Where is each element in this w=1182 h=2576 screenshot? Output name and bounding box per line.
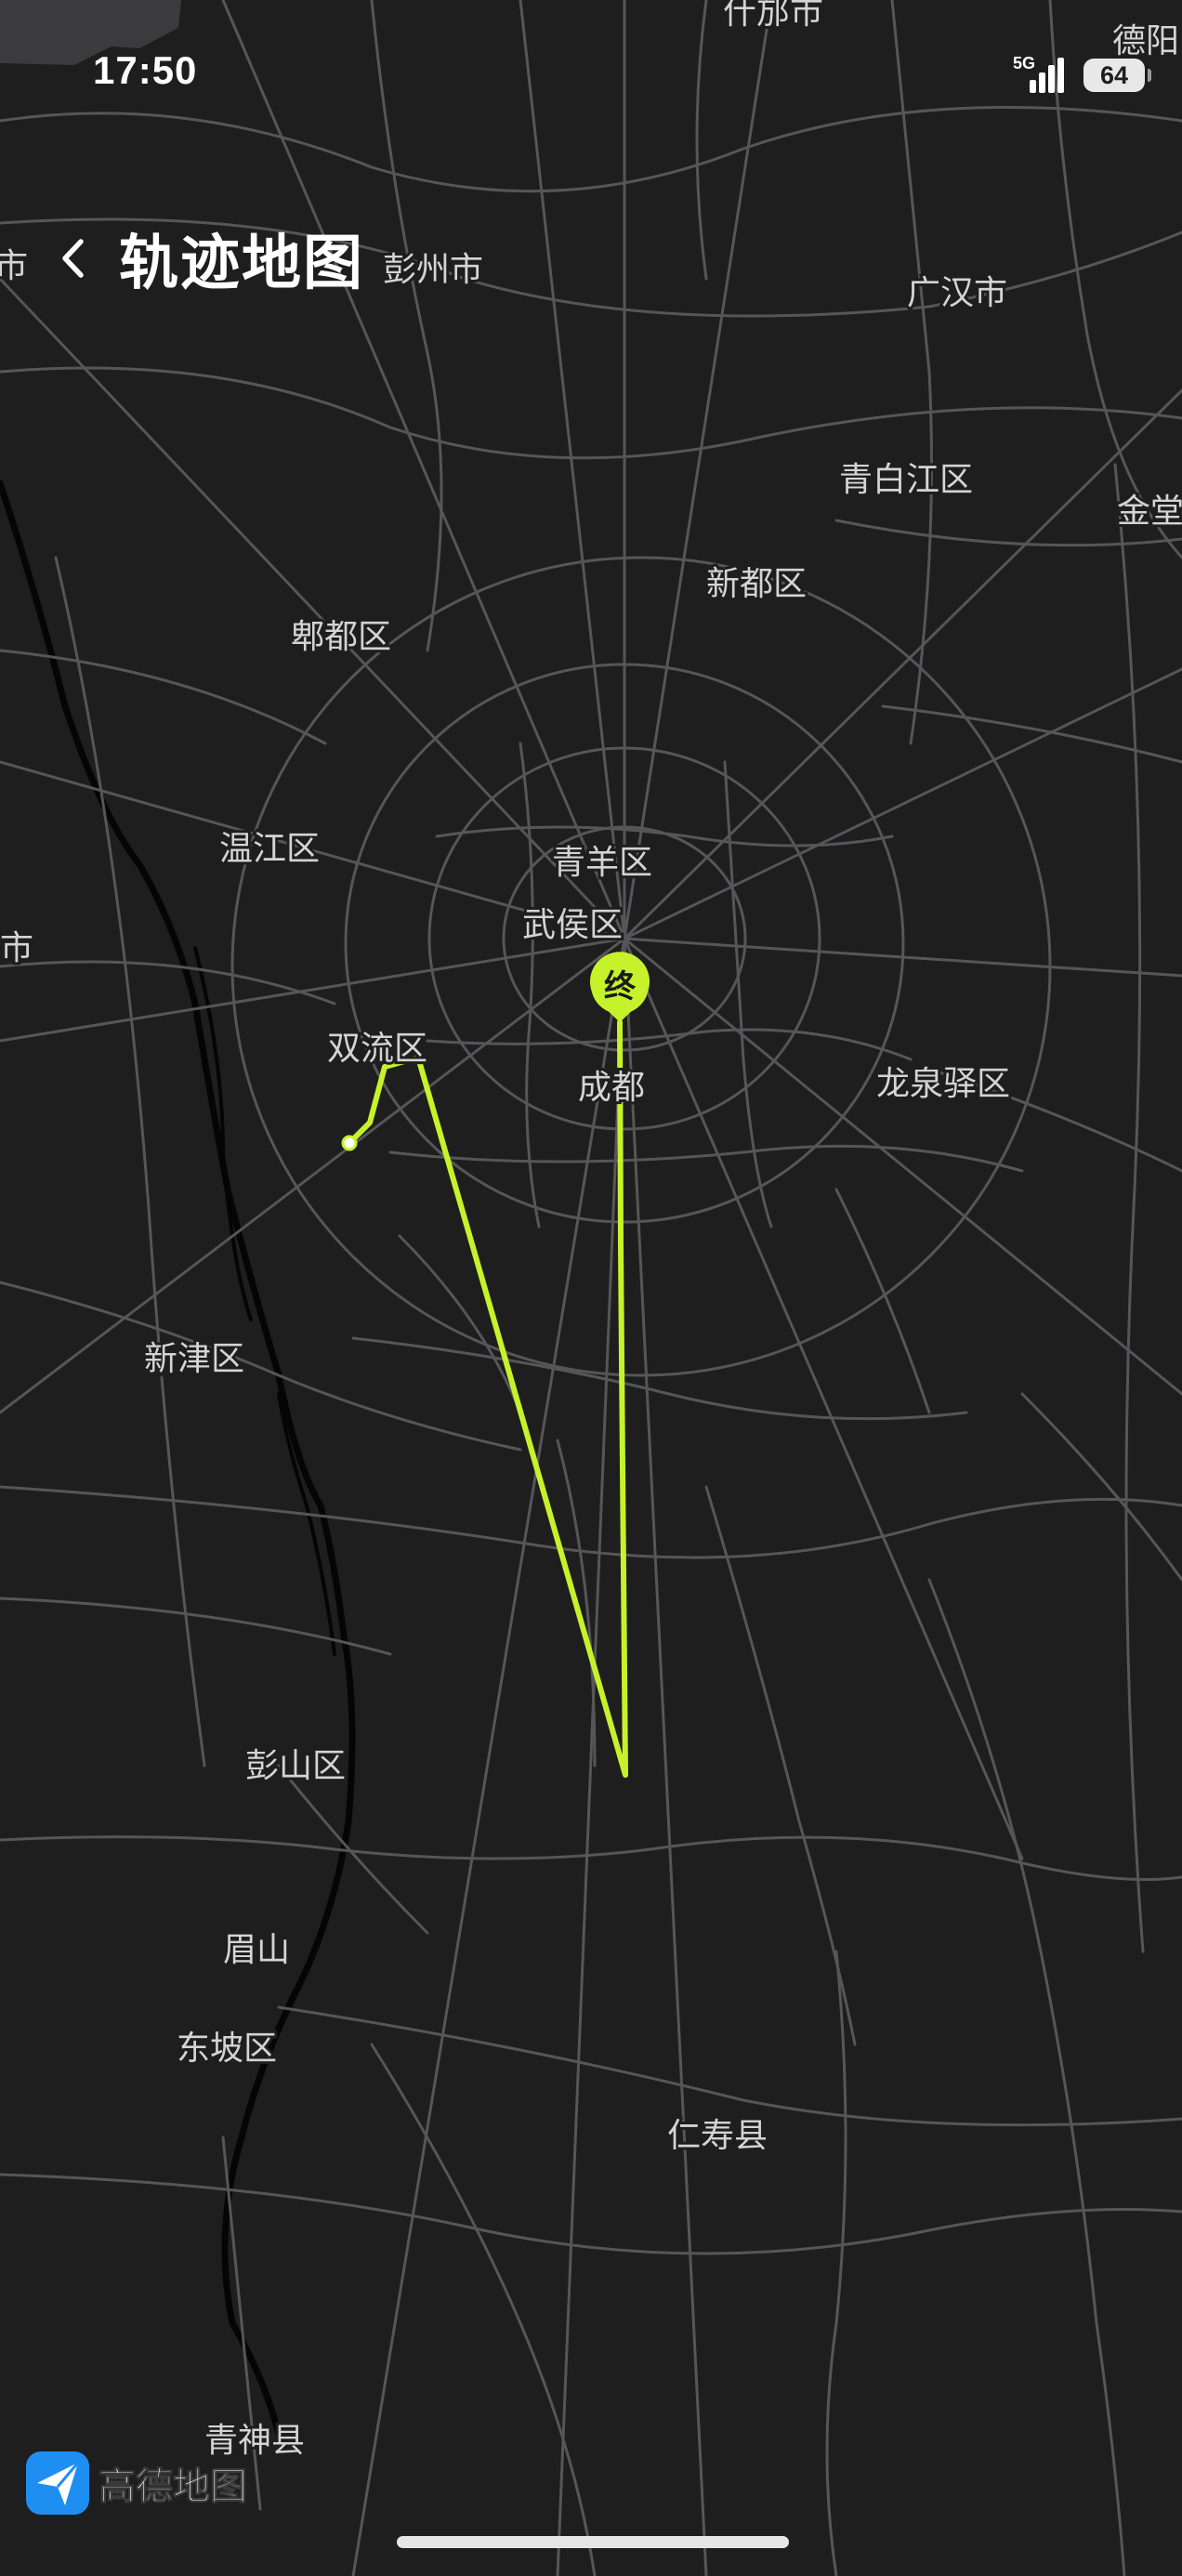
map-label[interactable]: 郫都区 (288, 615, 394, 659)
map-label[interactable]: 成都 (575, 1066, 648, 1110)
map-label[interactable]: 什邡市 (720, 0, 826, 34)
chevron-left-icon[interactable] (50, 230, 95, 286)
map-label[interactable]: 眉山 (220, 1928, 293, 1972)
map-label[interactable]: 市 (0, 244, 31, 288)
map-label[interactable]: 龙泉驿区 (873, 1062, 1013, 1106)
dark-map[interactable]: 终 什邡市 德阳 彭州市 广汉市 青白江区 金堂 新都区 郫都区 温江区 青羊区… (0, 0, 1182, 2576)
home-indicator[interactable] (397, 2536, 789, 2548)
status-time: 17:50 (93, 48, 198, 92)
network-type: 5G (1013, 54, 1036, 72)
map-provider-logo: 高德地图 (24, 2450, 248, 2517)
map-label[interactable]: 新都区 (703, 562, 809, 606)
status-indicators: 5G 64 (1013, 54, 1151, 97)
map-label[interactable]: 金堂 (1114, 490, 1182, 533)
map-label[interactable]: 温江区 (217, 827, 322, 871)
page-title: 轨迹地图 (119, 230, 364, 298)
map-label[interactable]: 市 (0, 927, 36, 970)
map-label[interactable]: 青白江区 (836, 458, 976, 502)
map-label[interactable]: 武侯区 (519, 903, 625, 947)
map-label[interactable]: 青羊区 (549, 841, 655, 885)
battery-icon: 64 (1084, 59, 1151, 92)
map-label[interactable]: 彭州市 (380, 248, 486, 292)
track-start-point (341, 1135, 358, 1151)
map-label[interactable]: 仁寿县 (664, 2114, 770, 2158)
end-marker-label: 终 (604, 968, 637, 1005)
map-provider-name: 高德地图 (98, 2465, 248, 2509)
map-label[interactable]: 广汉市 (904, 271, 1010, 315)
cellular-signal-icon: 5G (1013, 54, 1069, 97)
map-label[interactable]: 新津区 (141, 1337, 247, 1381)
map-label[interactable]: 彭山区 (243, 1744, 348, 1788)
navigation-arrow-icon (26, 2451, 89, 2515)
map-label[interactable]: 东坡区 (174, 2027, 280, 2070)
battery-level: 64 (1099, 60, 1129, 89)
map-label[interactable]: 双流区 (324, 1027, 430, 1071)
page-header: 轨迹地图 (50, 216, 364, 301)
